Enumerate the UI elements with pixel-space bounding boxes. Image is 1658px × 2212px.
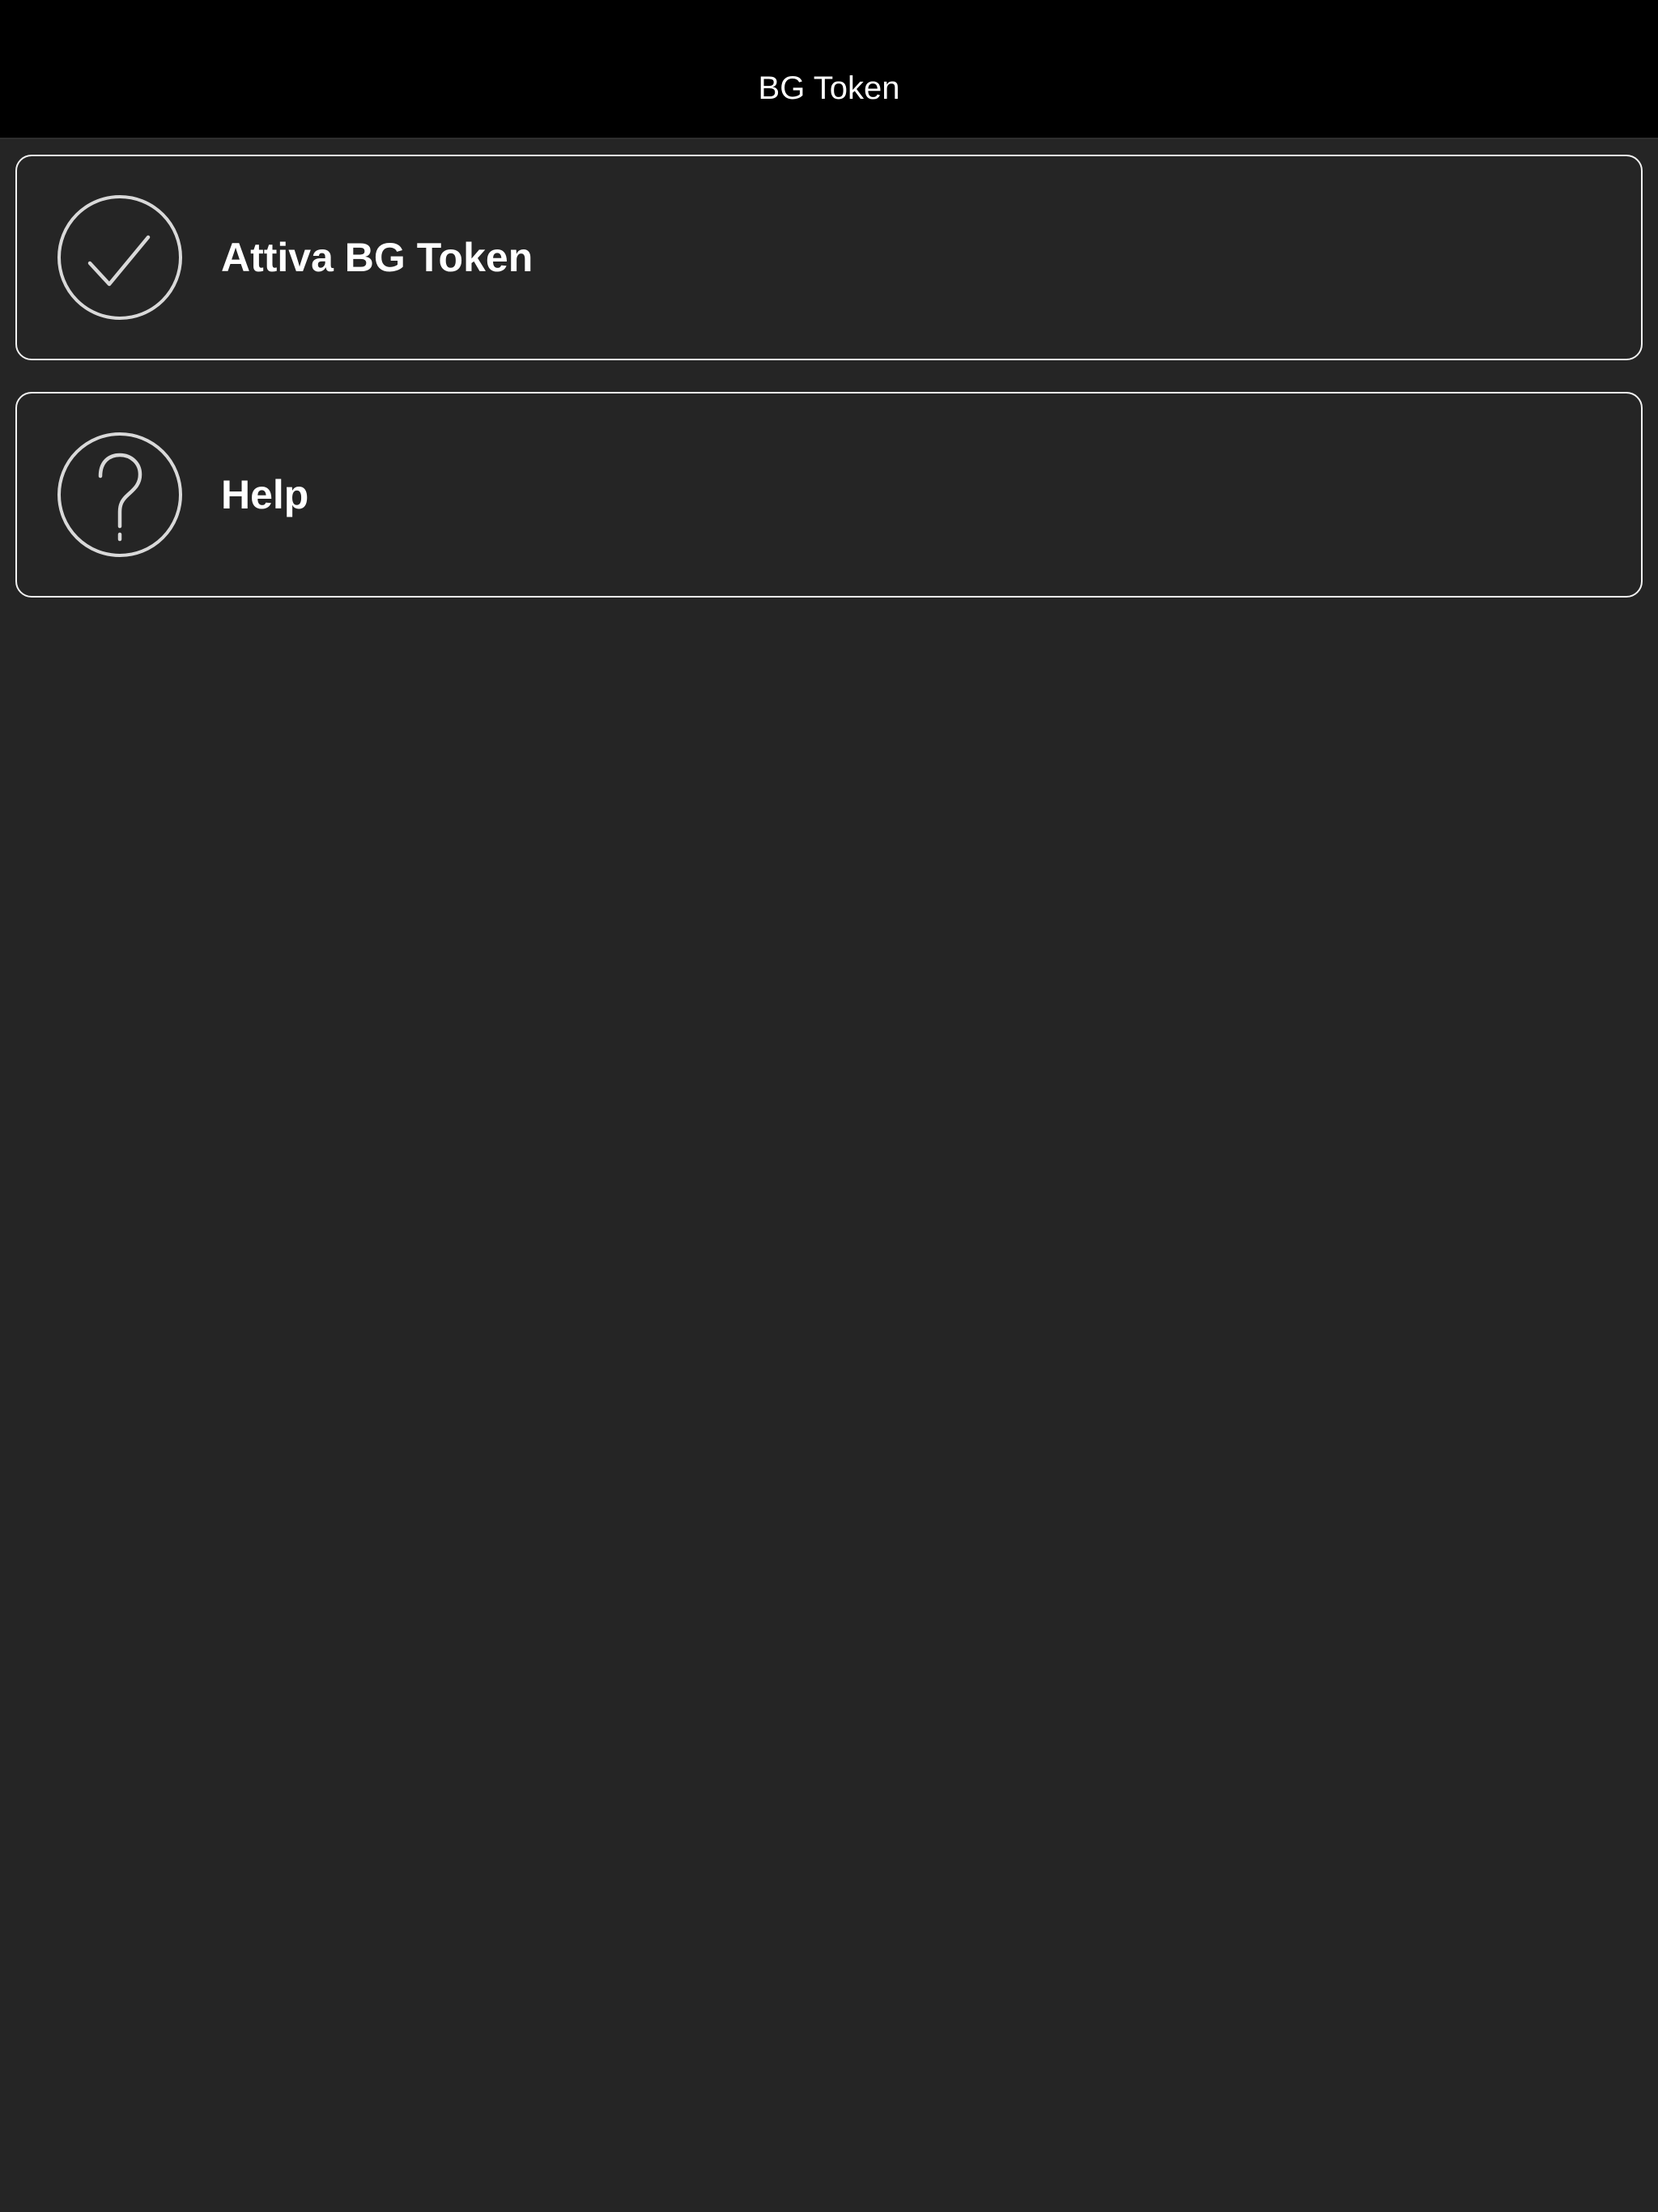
question-circle-icon <box>56 431 184 559</box>
page-title: BG Token <box>758 70 900 106</box>
app-screen: BG Token Attiva BG Token Help <box>0 0 1658 2212</box>
activate-bg-token-button[interactable]: Attiva BG Token <box>15 155 1643 360</box>
help-label: Help <box>221 472 309 517</box>
check-circle-icon <box>56 194 184 321</box>
navigation-bar: BG Token <box>0 0 1658 139</box>
help-button[interactable]: Help <box>15 392 1643 598</box>
activate-bg-token-label: Attiva BG Token <box>221 235 534 280</box>
